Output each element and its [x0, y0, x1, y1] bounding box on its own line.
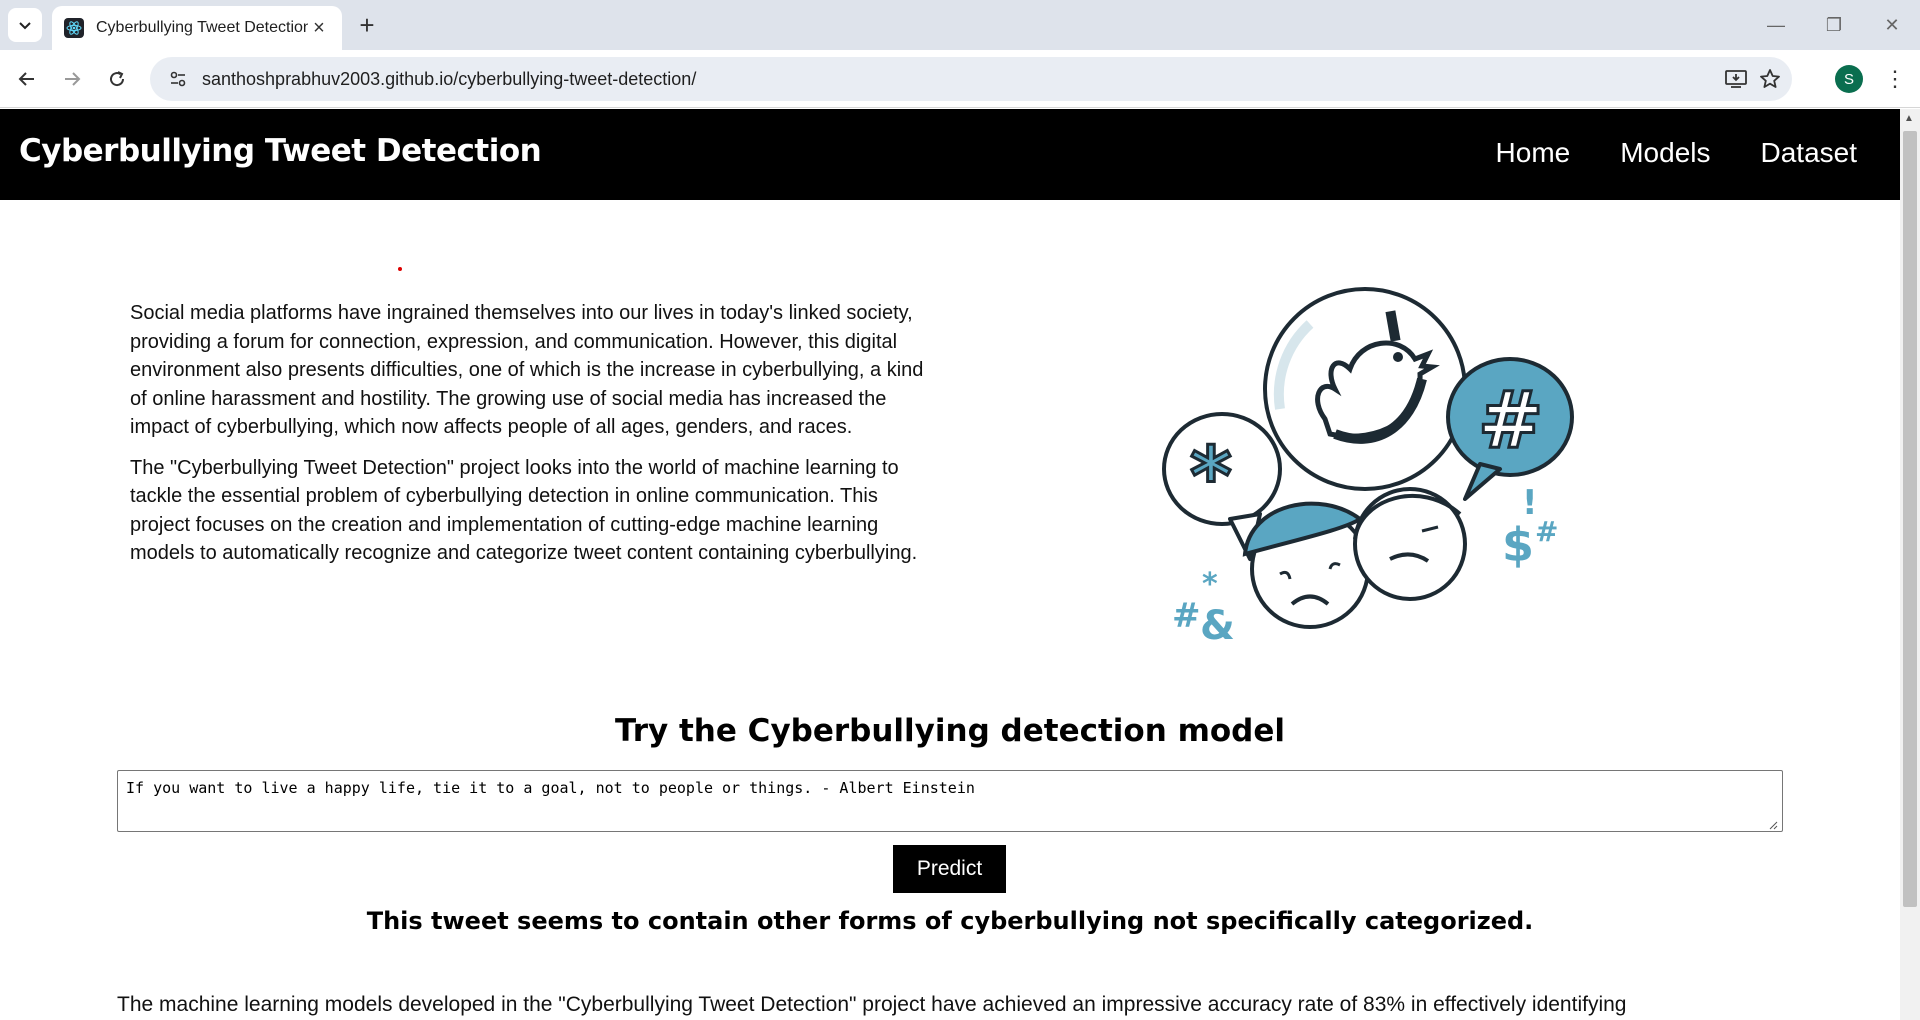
stray-dot [398, 267, 402, 271]
browser-tab-active[interactable]: Cyberbullying Tweet Detection × [52, 6, 342, 50]
arrow-left-icon [18, 72, 34, 86]
page-viewport: Cyberbullying Tweet Detection Home Model… [0, 109, 1920, 1020]
svg-text:#: # [1478, 376, 1543, 466]
url-text: santhoshprabhuv2003.github.io/cyberbully… [202, 68, 697, 89]
page-scrollbar[interactable]: ▲ [1900, 109, 1920, 1020]
browser-tab-bar: Cyberbullying Tweet Detection × + — ❐ ✕ [0, 0, 1920, 50]
svg-text:*: * [1202, 567, 1218, 602]
nav-models-link[interactable]: Models [1620, 137, 1710, 169]
react-favicon-icon [64, 18, 84, 38]
tab-close-icon[interactable]: × [308, 17, 330, 39]
prediction-result: This tweet seems to contain other forms … [366, 907, 1534, 935]
forward-button[interactable] [55, 62, 89, 96]
svg-text:#: # [1172, 596, 1201, 636]
tab-title: Cyberbullying Tweet Detection [96, 19, 308, 36]
address-bar[interactable]: santhoshprabhuv2003.github.io/cyberbully… [150, 57, 1792, 101]
install-app-icon[interactable] [1722, 65, 1750, 93]
new-tab-button[interactable]: + [352, 10, 382, 40]
intro-paragraph: Social media platforms have ingrained th… [130, 302, 924, 438]
close-window-button[interactable]: ✕ [1864, 0, 1920, 50]
tab-search-button[interactable] [8, 8, 42, 42]
accuracy-paragraph: The machine learning models developed in… [117, 993, 1627, 1016]
scrollbar-thumb[interactable] [1903, 131, 1917, 907]
model-section-title: Try the Cyberbullying detection model [614, 713, 1286, 749]
site-header: Cyberbullying Tweet Detection Home Model… [0, 109, 1900, 200]
site-title: Cyberbullying Tweet Detection [19, 133, 542, 169]
svg-text:#: # [1535, 515, 1558, 548]
browser-toolbar: santhoshprabhuv2003.github.io/cyberbully… [0, 50, 1920, 108]
restore-button[interactable]: ❐ [1806, 0, 1862, 50]
site-nav: Home Models Dataset [1496, 137, 1857, 169]
svg-text:*: * [1190, 430, 1232, 523]
site-info-icon[interactable] [164, 65, 192, 93]
bookmark-star-icon[interactable] [1756, 65, 1784, 93]
arrow-right-icon [65, 72, 81, 86]
nav-home-link[interactable]: Home [1496, 137, 1571, 169]
reload-icon [110, 71, 125, 87]
minimize-button[interactable]: — [1748, 0, 1804, 50]
browser-menu-icon[interactable]: ⋮ [1880, 62, 1910, 96]
resize-handle-icon[interactable] [1768, 820, 1778, 830]
chevron-down-icon [19, 22, 31, 30]
scroll-up-arrow-icon[interactable]: ▲ [1904, 113, 1914, 124]
svg-text:$: $ [1502, 518, 1534, 572]
predict-button[interactable]: Predict [893, 845, 1006, 893]
svg-text:&: & [1200, 603, 1235, 649]
back-button[interactable] [10, 62, 44, 96]
cyberbullying-illustration: # * # & * $ ! # [1162, 287, 1574, 649]
intro-paragraph: The "Cyberbullying Tweet Detection" proj… [130, 456, 918, 565]
profile-avatar[interactable]: S [1835, 65, 1863, 93]
tweet-input[interactable]: If you want to live a happy life, tie it… [117, 770, 1783, 832]
intro-text: Social media platforms have ingrained th… [130, 299, 930, 580]
reload-button[interactable] [100, 62, 134, 96]
nav-dataset-link[interactable]: Dataset [1761, 137, 1858, 169]
